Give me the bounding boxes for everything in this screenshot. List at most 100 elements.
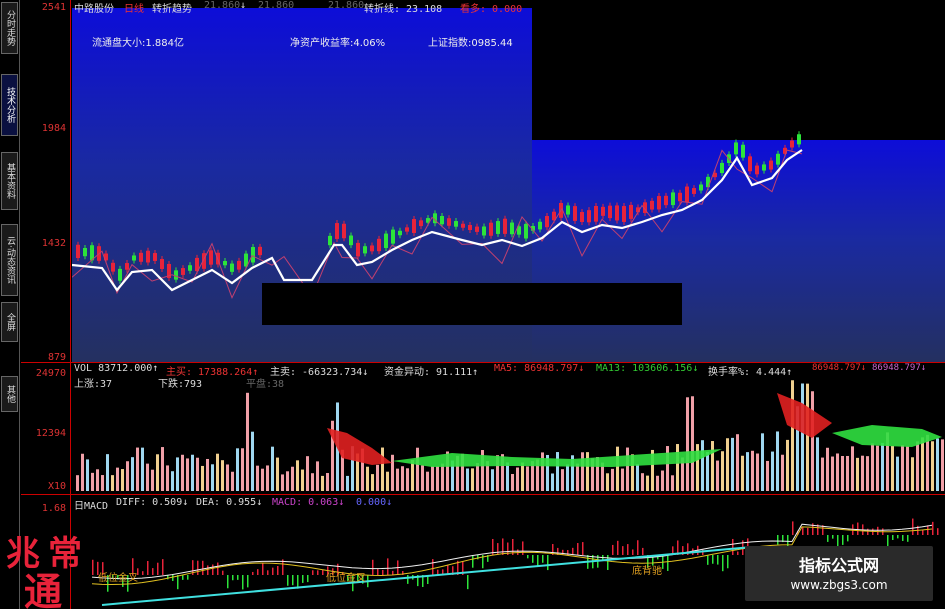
volume-bar	[506, 462, 509, 491]
candle	[629, 204, 633, 219]
fund-flow: 资金异动: 91.111↑	[384, 367, 479, 378]
candle	[377, 238, 381, 252]
volume-bar	[716, 460, 719, 491]
candle	[678, 192, 682, 202]
turnover-rate: 换手率%: 4.444↑	[708, 367, 793, 378]
macd-bar	[267, 570, 269, 575]
candle	[440, 215, 444, 225]
volume-bar	[181, 454, 184, 491]
volume-bar	[276, 457, 279, 491]
volume-bar	[236, 448, 239, 491]
volume-bar	[761, 433, 764, 491]
volume-bar	[211, 464, 214, 491]
tab-fullscreen[interactable]: 全屏	[1, 302, 18, 342]
volume-bar	[526, 466, 529, 491]
candle	[650, 200, 654, 210]
volume-bar	[936, 438, 939, 491]
macd-bar	[607, 555, 609, 570]
tab-technical[interactable]: 技术分析	[1, 74, 18, 136]
volume-bar	[391, 454, 394, 491]
volume-bar	[841, 456, 844, 491]
candle	[174, 270, 178, 280]
volume-bar	[921, 437, 924, 491]
volume-bar	[166, 465, 169, 491]
volume-bar	[431, 466, 434, 491]
volume-bar	[731, 437, 734, 491]
macd-bar	[307, 575, 309, 583]
volume-bar	[201, 465, 204, 491]
volume-bar	[621, 468, 624, 491]
candle	[615, 205, 619, 221]
tab-other[interactable]: 其他	[1, 376, 18, 412]
candle	[230, 263, 234, 272]
volume-bar	[911, 457, 914, 491]
candle	[482, 226, 486, 236]
volume-bar	[206, 458, 209, 491]
candle	[146, 250, 150, 263]
turn-line-value: 转折线: 23.108	[364, 4, 443, 15]
volume-bar	[466, 468, 469, 491]
volume-bar	[791, 380, 794, 491]
volume-bar	[151, 469, 154, 491]
macd-bar	[527, 555, 529, 559]
volume-bar	[191, 454, 194, 491]
macd-bar	[287, 575, 289, 586]
candle	[699, 184, 703, 191]
candle	[258, 246, 262, 256]
candle	[384, 233, 388, 249]
macd-bar	[522, 541, 524, 555]
tab-intraday[interactable]: 分时走势	[1, 2, 18, 54]
volume-bar	[216, 453, 219, 491]
tab-news[interactable]: 云·动态资讯	[1, 224, 18, 296]
macd-bar	[807, 527, 809, 535]
macd-bar	[632, 549, 634, 555]
svg-text:通: 通	[24, 569, 62, 609]
volume-bar	[101, 475, 104, 491]
macd-bar	[932, 521, 934, 535]
volume-bar	[821, 457, 824, 491]
candle	[356, 242, 360, 257]
macd-bar	[722, 555, 724, 572]
macd-bar	[237, 575, 239, 580]
macd-bar	[202, 560, 204, 575]
macd-bar	[627, 544, 629, 555]
volume-bar	[171, 471, 174, 491]
volume-bar	[901, 445, 904, 491]
volume-bar	[801, 383, 804, 491]
volume-bar	[126, 461, 129, 491]
macd-bar	[887, 535, 889, 547]
candle	[608, 205, 612, 219]
candle	[510, 222, 514, 235]
volume-bar	[656, 475, 659, 491]
volume-bar	[581, 452, 584, 491]
macd-bar	[212, 564, 214, 575]
stock-name: 中路股份	[74, 4, 114, 15]
period-label[interactable]: 日线	[124, 0, 144, 15]
macd-bar	[737, 551, 739, 555]
volume-bar	[291, 466, 294, 491]
volume-bar	[906, 446, 909, 491]
macd-bar	[147, 560, 149, 575]
volume-bar	[846, 455, 849, 491]
macd-bar	[477, 555, 479, 560]
candle	[160, 259, 164, 269]
float-cap: 流通盘大小:1.884亿	[92, 38, 184, 49]
dea-value: DEA: 0.955↓	[196, 497, 263, 508]
macd-bar	[637, 540, 639, 555]
index-value: 上证指数:0985.44	[428, 38, 513, 49]
volume-bar	[146, 463, 149, 491]
volume-green-area	[392, 425, 942, 467]
tab-fundamentals[interactable]: 基本资料	[1, 152, 18, 210]
macd-bar	[502, 538, 504, 555]
candle	[776, 153, 780, 165]
candle	[538, 221, 542, 230]
volume-bar	[471, 468, 474, 491]
volume-chart[interactable]	[72, 363, 945, 495]
macd-bar	[717, 555, 719, 565]
candle	[139, 252, 143, 262]
macd-bar	[187, 575, 189, 580]
volume-bar	[131, 457, 134, 491]
volume-bar	[576, 463, 579, 491]
seal-logo: 兆 常 通	[6, 534, 82, 609]
volume-bar	[406, 468, 409, 491]
